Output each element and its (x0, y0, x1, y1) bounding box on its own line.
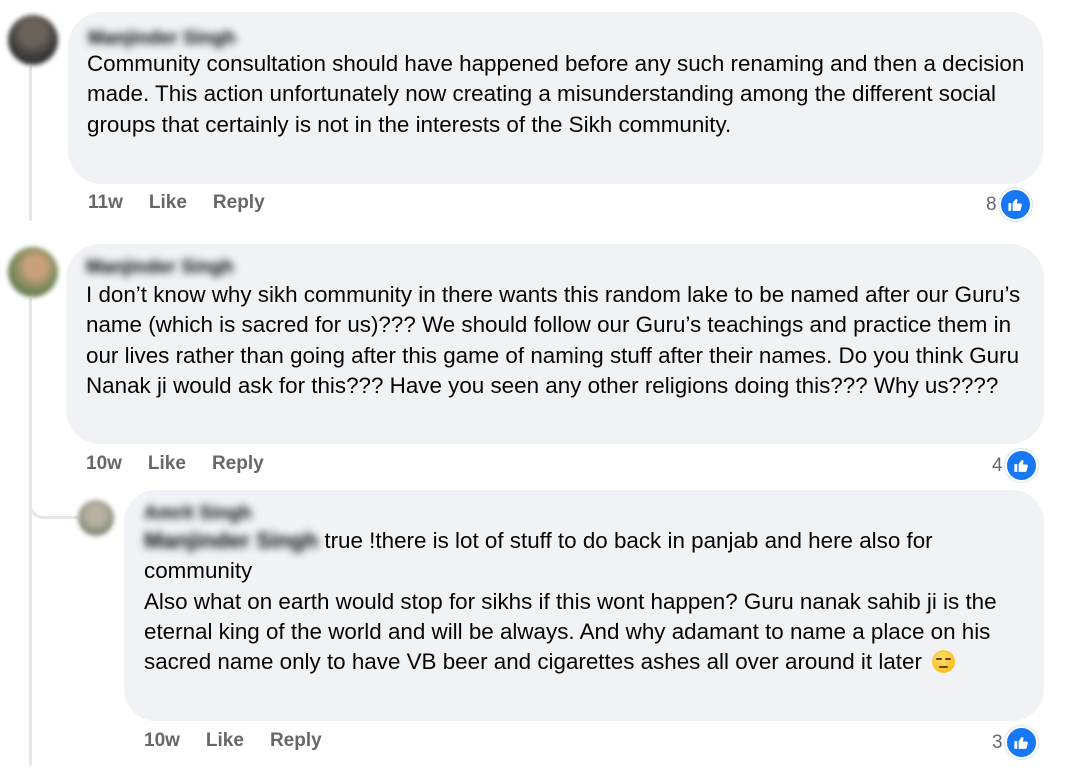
reply-button[interactable]: Reply (270, 729, 322, 753)
reply-connector (29, 480, 78, 519)
comment-author[interactable]: Amrit Singh (144, 501, 252, 527)
comment-text: Community consultation should have happe… (87, 51, 1025, 137)
avatar[interactable] (8, 15, 58, 65)
reaction-count: 3 (992, 731, 1003, 753)
mention-link[interactable]: Manjinder Singh (144, 528, 318, 553)
reaction-count: 4 (992, 454, 1003, 476)
reply-button[interactable]: Reply (213, 191, 265, 215)
timestamp[interactable]: 11w (88, 191, 123, 215)
comment-actions: 10w Like Reply (144, 729, 322, 753)
like-button[interactable]: Like (206, 729, 244, 753)
reaction-summary[interactable]: 4 (992, 449, 1038, 482)
like-button[interactable]: Like (149, 191, 187, 215)
reaction-summary[interactable]: 3 (992, 726, 1038, 759)
thumbs-up-icon (1004, 726, 1038, 759)
avatar[interactable] (78, 500, 114, 536)
comment-actions: 10w Like Reply (86, 452, 264, 476)
avatar[interactable] (8, 247, 58, 297)
thread-line-1 (29, 66, 32, 221)
reaction-count: 8 (986, 193, 997, 215)
comment-bubble: Amrit Singh Manjinder Singh true !there … (124, 490, 1044, 721)
reaction-summary[interactable]: 8 (986, 188, 1032, 221)
comment-bubble: Manjinder Singh Community consultation s… (68, 12, 1043, 184)
thumbs-up-icon (998, 188, 1032, 221)
comment-bubble: Manjinder Singh I don’t know why sikh co… (66, 244, 1044, 444)
comment-text: I don’t know why sikh community in there… (86, 282, 1021, 398)
timestamp[interactable]: 10w (144, 729, 180, 753)
thumbs-up-icon (1004, 449, 1038, 482)
like-button[interactable]: Like (148, 452, 186, 476)
timestamp[interactable]: 10w (86, 452, 122, 476)
comment-author[interactable]: Manjinder Singh (86, 255, 234, 281)
comment-actions: 11w Like Reply (88, 191, 265, 215)
comment-text: Manjinder Singh true !there is lot of st… (144, 526, 1034, 677)
thread-line-2 (29, 298, 32, 766)
reply-button[interactable]: Reply (212, 452, 264, 476)
comment-text-line: Also what on earth would stop for sikhs … (144, 588, 997, 675)
unamused-face-icon (932, 650, 956, 674)
